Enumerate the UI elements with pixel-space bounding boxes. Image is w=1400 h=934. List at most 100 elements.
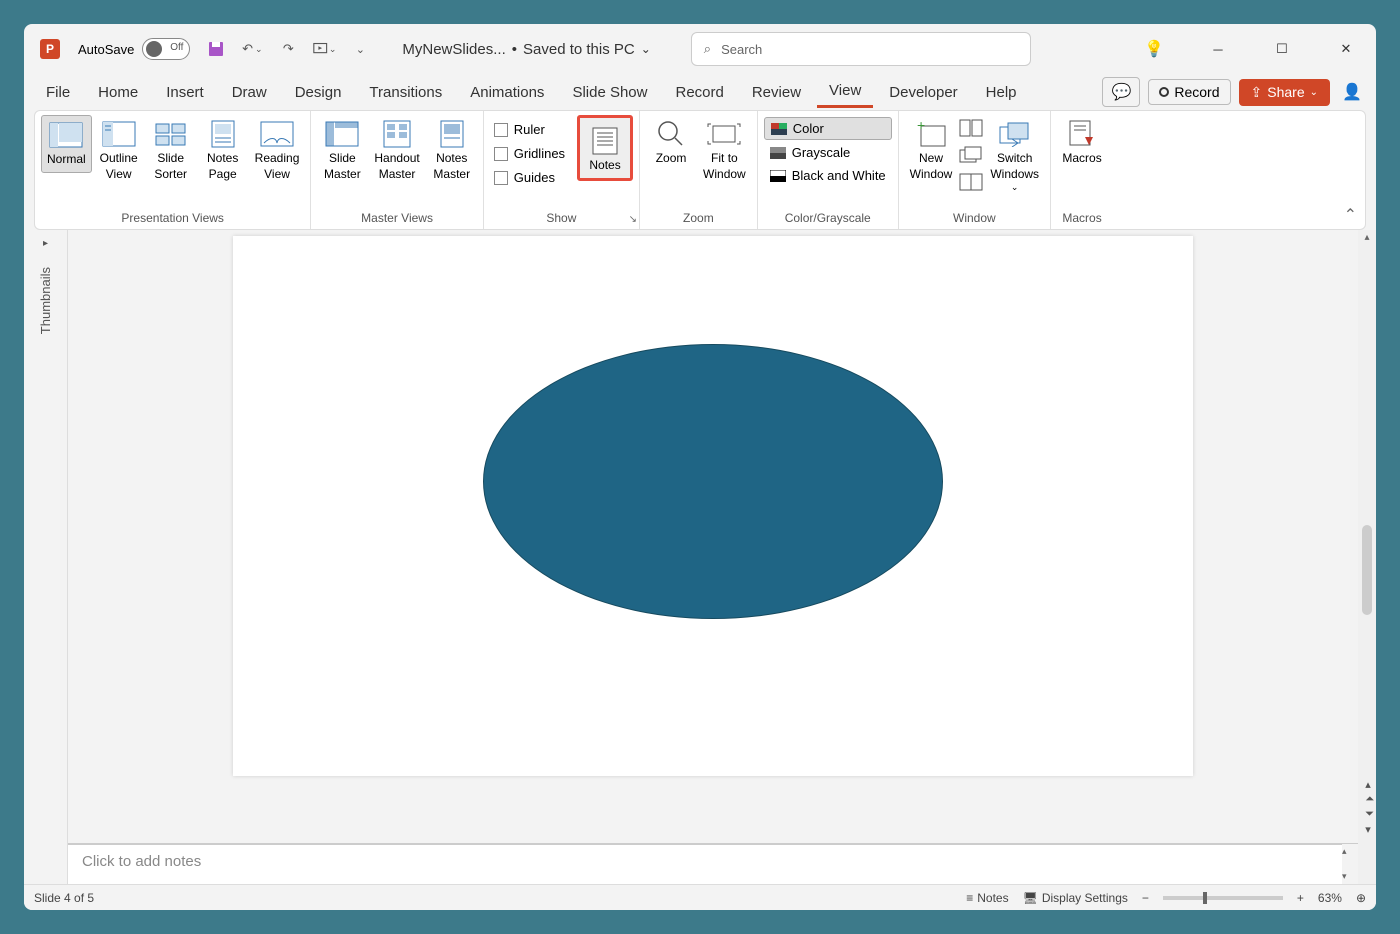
notes-pane[interactable]: Click to add notes <box>68 844 1342 884</box>
next-slide-button[interactable]: ▾ <box>1365 823 1374 836</box>
zoom-handle[interactable] <box>1203 892 1207 904</box>
zoom-button[interactable]: Zoom <box>646 115 696 171</box>
notes-toggle-button[interactable]: Notes <box>577 115 633 181</box>
gridlines-checkbox[interactable]: Gridlines <box>490 143 569 164</box>
notes-page-icon <box>205 119 241 149</box>
macros-icon <box>1064 119 1100 149</box>
customize-qat-button[interactable]: ⌄ <box>348 37 372 61</box>
tab-review[interactable]: Review <box>740 78 813 107</box>
display-settings-button[interactable]: 🖥Display Settings <box>1023 891 1128 905</box>
outline-view-button[interactable]: Outline View <box>94 115 144 186</box>
show-dialog-launcher[interactable]: ↘ <box>629 214 637 225</box>
undo-button[interactable]: ↶⌄ <box>240 37 264 61</box>
prev-section-button[interactable]: ⏶ <box>1365 793 1374 806</box>
outline-view-icon <box>101 119 137 149</box>
close-button[interactable]: ✕ <box>1326 29 1366 69</box>
tab-help[interactable]: Help <box>974 78 1029 107</box>
scroll-up-button[interactable]: ▴ <box>1362 230 1371 245</box>
tab-draw[interactable]: Draw <box>220 78 279 107</box>
slide-nav-buttons: ▴ ⏶ ⏷ ▾ <box>1365 778 1374 836</box>
handout-master-icon <box>379 119 415 149</box>
scroll-thumb[interactable] <box>1362 525 1372 615</box>
handout-master-button[interactable]: Handout Master <box>369 115 424 186</box>
guides-checkbox[interactable]: Guides <box>490 167 569 188</box>
zoom-in-button[interactable]: + <box>1297 891 1304 905</box>
switch-windows-button[interactable]: Switch Windows⌄ <box>985 115 1044 198</box>
normal-view-button[interactable]: Normal <box>41 115 92 173</box>
expand-thumbnails-button[interactable]: ▸ <box>43 238 48 249</box>
macros-button[interactable]: Macros <box>1057 115 1107 171</box>
slide[interactable] <box>233 236 1193 776</box>
slide-area: Click to add notes ▴▾ <box>68 230 1358 884</box>
move-split-button[interactable] <box>959 173 983 196</box>
tips-button[interactable]: 💡 <box>1134 29 1174 69</box>
tab-animations[interactable]: Animations <box>458 78 556 107</box>
slide-count-label: Slide 4 of 5 <box>34 891 94 905</box>
record-button[interactable]: Record <box>1148 79 1230 105</box>
notes-page-button[interactable]: Notes Page <box>198 115 248 186</box>
minimize-button[interactable]: ─ <box>1198 29 1238 69</box>
cascade-button[interactable] <box>959 146 983 169</box>
reading-view-button[interactable]: Reading View <box>250 115 305 186</box>
fit-slide-button[interactable]: ⊕ <box>1356 891 1366 905</box>
maximize-button[interactable]: ☐ <box>1262 29 1302 69</box>
status-notes-button[interactable]: ≡Notes <box>966 891 1008 905</box>
switch-windows-icon <box>997 119 1033 149</box>
share-button[interactable]: ⇪Share⌄ <box>1239 79 1330 106</box>
app-window: P AutoSave Off ↶⌄ ↷ ⌄ ⌄ MyNewSlides... •… <box>24 24 1376 910</box>
chevron-down-icon[interactable]: ⌄ <box>641 42 651 56</box>
tab-record[interactable]: Record <box>663 78 735 107</box>
zoom-out-button[interactable]: − <box>1142 891 1149 905</box>
prev-slide-button[interactable]: ▴ <box>1365 778 1374 791</box>
comments-button[interactable]: 💬 <box>1102 77 1140 107</box>
powerpoint-icon: P <box>40 39 60 59</box>
black-white-button[interactable]: Black and White <box>764 165 892 186</box>
account-button[interactable]: 👤 <box>1338 72 1366 112</box>
grayscale-swatch-icon <box>770 147 786 159</box>
new-window-button[interactable]: +New Window <box>905 115 958 186</box>
share-icon: ⇪ <box>1251 84 1263 101</box>
zoom-percentage[interactable]: 63% <box>1318 891 1342 905</box>
tab-developer[interactable]: Developer <box>877 78 969 107</box>
tab-transitions[interactable]: Transitions <box>357 78 454 107</box>
zoom-slider[interactable] <box>1163 896 1283 900</box>
search-input[interactable]: ⌕ Search <box>691 32 1031 66</box>
grayscale-button[interactable]: Grayscale <box>764 142 892 163</box>
group-presentation-views: Normal Outline View Slide Sorter Notes P… <box>35 111 311 229</box>
notes-scroll[interactable]: ▴▾ <box>1342 844 1358 884</box>
quick-access-toolbar: ↶⌄ ↷ ⌄ ⌄ <box>204 37 372 61</box>
redo-button[interactable]: ↷ <box>276 37 300 61</box>
notes-master-icon <box>434 119 470 149</box>
collapse-ribbon-button[interactable]: ⌃ <box>1344 205 1357 225</box>
normal-view-icon <box>48 120 84 150</box>
from-beginning-button[interactable]: ⌄ <box>312 37 336 61</box>
reading-view-icon <box>259 119 295 149</box>
fit-to-window-button[interactable]: Fit to Window <box>698 115 751 186</box>
tab-file[interactable]: File <box>34 78 82 107</box>
autosave-toggle[interactable]: Off <box>142 38 190 60</box>
autosave-control[interactable]: AutoSave Off <box>78 38 190 60</box>
tab-slideshow[interactable]: Slide Show <box>560 78 659 107</box>
slide-master-button[interactable]: Slide Master <box>317 115 367 186</box>
color-swatch-icon <box>771 123 787 135</box>
slide-sorter-button[interactable]: Slide Sorter <box>146 115 196 186</box>
tab-home[interactable]: Home <box>86 78 150 107</box>
arrange-all-button[interactable] <box>959 119 983 142</box>
tab-view[interactable]: View <box>817 76 873 108</box>
tab-insert[interactable]: Insert <box>154 78 216 107</box>
color-button[interactable]: Color <box>764 117 892 140</box>
next-section-button[interactable]: ⏷ <box>1365 808 1374 821</box>
chevron-down-icon: ⌄ <box>1011 182 1019 194</box>
save-button[interactable] <box>204 37 228 61</box>
tab-design[interactable]: Design <box>283 78 354 107</box>
oval-shape[interactable] <box>483 344 943 619</box>
zoom-icon <box>653 119 689 149</box>
notes-master-button[interactable]: Notes Master <box>427 115 477 186</box>
thumbnails-panel[interactable]: ▸ Thumbnails <box>24 230 68 884</box>
document-title: MyNewSlides... • Saved to this PC ⌄ <box>402 41 650 58</box>
notes-icon <box>587 126 623 156</box>
slide-canvas[interactable] <box>68 230 1358 843</box>
ruler-checkbox[interactable]: Ruler <box>490 119 569 140</box>
group-show: Ruler Gridlines Guides Notes Show ↘ <box>484 111 640 229</box>
thumbnails-label: Thumbnails <box>38 267 53 334</box>
